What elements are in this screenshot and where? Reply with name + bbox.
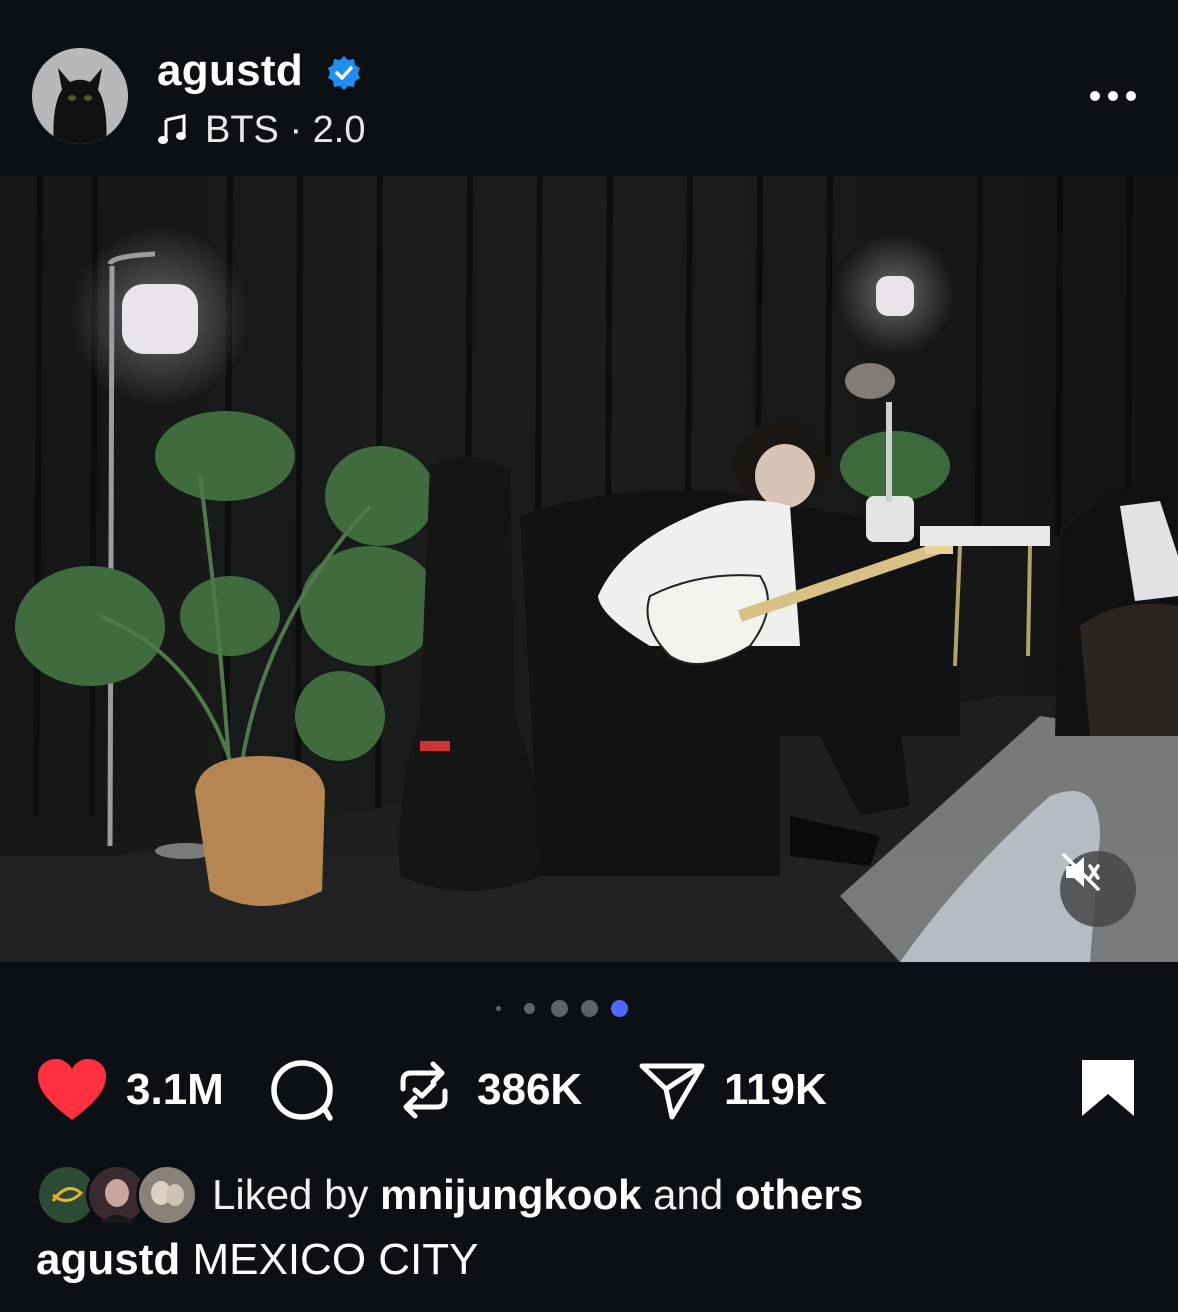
liked-by-others[interactable]: others: [735, 1171, 863, 1218]
music-text: BTS · 2.0: [205, 108, 366, 151]
liked-by-text: Liked by mnijungkook and others: [212, 1171, 863, 1219]
comment-icon: [271, 1060, 333, 1121]
carousel-dot: [496, 1006, 501, 1011]
heart-filled-icon: [38, 1059, 106, 1120]
post-header: agustd BTS · 2.0: [0, 0, 1178, 176]
music-note-icon: [158, 114, 186, 144]
share-count: 119K: [724, 1065, 827, 1114]
like-action[interactable]: 3.1M: [36, 1050, 224, 1130]
carousel-dot: [551, 1000, 568, 1017]
repost-action[interactable]: 386K: [395, 1050, 582, 1130]
liked-by-prefix: Liked by: [212, 1171, 369, 1218]
post-photo[interactable]: [0, 176, 1178, 962]
share-icon: [639, 1063, 705, 1120]
comment-action[interactable]: [270, 1050, 336, 1130]
post-actions: 3.1M 386K 119K: [0, 1050, 1178, 1130]
music-info[interactable]: BTS · 2.0: [157, 108, 366, 152]
share-action[interactable]: 119K: [638, 1050, 827, 1130]
liked-by-row[interactable]: Liked by mnijungkook and others: [36, 1164, 863, 1226]
speaker-muted-icon: [1062, 853, 1100, 891]
like-count: 3.1M: [126, 1065, 224, 1114]
repost-icon: [400, 1061, 448, 1119]
liked-by-user[interactable]: mnijungkook: [380, 1171, 641, 1218]
mute-toggle-button[interactable]: [1060, 851, 1136, 927]
post-image: [0, 176, 1178, 962]
caption-username[interactable]: agustd: [36, 1235, 180, 1284]
more-horizontal-icon[interactable]: [1088, 84, 1138, 108]
repost-count: 386K: [477, 1065, 583, 1114]
carousel-dot: [581, 1000, 598, 1017]
liker-avatar: [136, 1164, 198, 1226]
carousel-indicator: [0, 996, 1178, 1020]
bookmark-icon[interactable]: [1080, 1058, 1136, 1118]
carousel-dot: [524, 1003, 535, 1014]
carousel-dot-active: [611, 1000, 628, 1017]
verified-badge-icon: [328, 56, 360, 90]
post-username[interactable]: agustd: [157, 46, 303, 96]
liker-avatar-image: [151, 1181, 184, 1206]
black-cat-avatar-image: [32, 48, 128, 144]
liked-by-and: and: [653, 1171, 724, 1218]
post-caption: agustd MEXICO CITY: [36, 1232, 479, 1288]
caption-text: MEXICO CITY: [192, 1235, 479, 1284]
profile-avatar[interactable]: [32, 48, 128, 144]
